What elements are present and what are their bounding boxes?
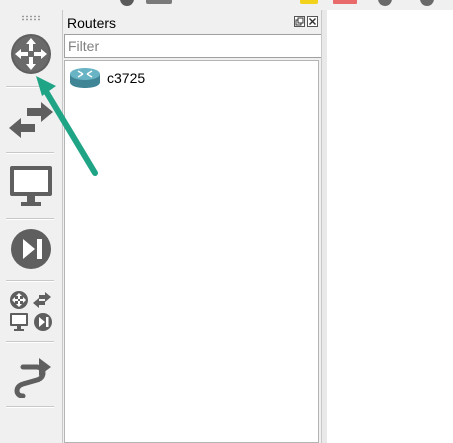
all-devices-tool-button[interactable]	[4, 285, 58, 337]
filter-input[interactable]	[64, 34, 324, 58]
close-icon	[309, 18, 316, 25]
switch-icon	[9, 102, 53, 138]
device-list: c3725	[64, 60, 319, 443]
switches-tool-button[interactable]	[4, 92, 58, 148]
security-device-icon	[11, 229, 51, 269]
toolbar-button-fragment[interactable]	[378, 0, 392, 6]
end-devices-tool-button[interactable]	[4, 158, 58, 214]
all-devices-icon	[10, 291, 52, 331]
float-icon	[295, 17, 304, 26]
toolbar-separator	[6, 341, 54, 343]
routers-dock-panel: Routers c3725	[62, 10, 324, 443]
router-icon	[11, 34, 51, 74]
float-panel-button[interactable]	[294, 16, 305, 27]
toolbar-button-fragment[interactable]	[120, 0, 134, 6]
toolbar-button-fragment[interactable]	[420, 0, 434, 6]
router-icon	[70, 68, 100, 88]
toolbar-button-fragment[interactable]	[146, 0, 172, 4]
toolbar-separator	[6, 218, 54, 220]
toolbar-button-fragment[interactable]	[333, 0, 357, 4]
link-icon	[14, 358, 51, 398]
close-panel-button[interactable]	[307, 16, 318, 27]
add-link-tool-button[interactable]	[4, 346, 58, 402]
list-item-label: c3725	[107, 70, 146, 86]
topology-canvas[interactable]	[327, 10, 453, 443]
toolbar-separator	[6, 280, 54, 282]
device-type-toolbar	[0, 10, 62, 443]
toolbar-separator	[6, 86, 54, 88]
security-devices-tool-button[interactable]	[4, 222, 58, 276]
routers-tool-button[interactable]	[4, 26, 58, 82]
toolbar-button-fragment[interactable]	[300, 0, 318, 4]
toolbar-separator	[6, 406, 54, 408]
main-toolbar	[0, 0, 453, 10]
panel-title: Routers	[67, 15, 117, 31]
list-item-c3725[interactable]: c3725	[69, 66, 145, 90]
toolbar-separator	[6, 152, 54, 154]
toolbar-grip[interactable]	[21, 15, 41, 21]
end-device-icon	[10, 166, 52, 206]
